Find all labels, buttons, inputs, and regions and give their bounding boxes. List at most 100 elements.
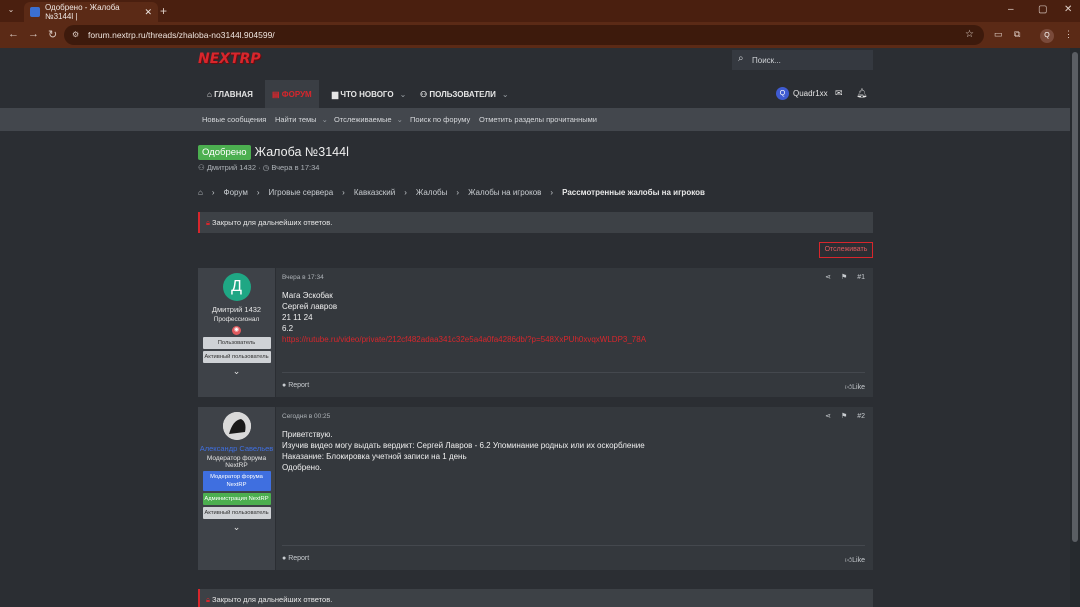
post-author[interactable]: Дмитрий 1432: [198, 305, 275, 314]
breadcrumb-item[interactable]: Кавказский: [354, 188, 395, 197]
extensions-puzzle-icon[interactable]: ⧉: [1014, 29, 1020, 40]
subnav-mark-read[interactable]: Отметить разделы прочитанными: [479, 115, 597, 124]
post-line: Наказание: Блокировка учетной записи на …: [282, 452, 467, 461]
nav-forum-label: ФОРУМ: [281, 90, 312, 99]
close-window-button[interactable]: ✕: [1064, 4, 1072, 15]
user-icon: ⚇: [198, 163, 207, 172]
nav-forum[interactable]: ▤ ФОРУМ: [265, 80, 319, 108]
tab-close-icon[interactable]: ✕: [144, 7, 152, 18]
post-line: 6.2: [282, 324, 294, 333]
chevron-down-icon: ⌄: [501, 90, 509, 99]
users-icon: ⚇: [420, 90, 430, 99]
report-button[interactable]: ● Report: [282, 555, 309, 562]
scrollbar-thumb[interactable]: [1072, 52, 1078, 542]
tab-title: Одобрено - Жалоба №3144l |: [45, 3, 120, 21]
post-author[interactable]: Александр Савельев: [198, 444, 275, 453]
nav-home-label: ГЛАВНАЯ: [214, 90, 253, 99]
post-line: Приветствую.: [282, 430, 333, 439]
lock-icon: 🔒︎: [206, 595, 210, 604]
nav-home[interactable]: ⌂ ГЛАВНАЯ: [207, 80, 253, 108]
share-icon[interactable]: ⋖: [825, 274, 831, 281]
post-line: Мага Эскобак: [282, 291, 333, 300]
post-number[interactable]: #2: [857, 413, 865, 420]
search-placeholder: Поиск...: [752, 56, 781, 65]
search-input[interactable]: ⌕ Поиск...: [732, 50, 873, 70]
subnav-watched[interactable]: Отслеживаемые ⌄: [334, 115, 403, 124]
home-icon[interactable]: ⌂: [198, 188, 203, 197]
post-actions: ⋖ ⚑ #2: [817, 412, 865, 420]
browser-tab[interactable]: Одобрено - Жалоба №3144l | ✕: [24, 2, 158, 22]
nav-whats-new[interactable]: ▆ ЧТО НОВОГО ⌄: [332, 80, 406, 108]
back-icon[interactable]: ←: [8, 28, 19, 40]
browser-toolbar: ← → ↻ ⚙ forum.nextrp.ru/threads/zhaloba-…: [0, 22, 1080, 48]
subnav-watched-label: Отслеживаемые: [334, 115, 392, 124]
browser-tab-strip: ⌄ Одобрено - Жалоба №3144l | ✕ + – ▢ ✕: [0, 0, 1080, 22]
nav-whats-new-label: ЧТО НОВОГО: [340, 90, 394, 99]
user-banner: Активный пользователь: [202, 351, 271, 363]
page-scrollbar[interactable]: [1070, 48, 1080, 607]
bookmark-icon[interactable]: ⚑: [841, 413, 847, 420]
post-user-pane: Д Дмитрий 1432 Профессионал ◉ Пользовате…: [198, 268, 276, 397]
extension-icon[interactable]: ▭: [994, 29, 1003, 40]
nav-users[interactable]: ⚇ ПОЛЬЗОВАТЕЛИ ⌄: [420, 80, 509, 108]
forward-icon[interactable]: →: [28, 28, 39, 40]
post-number[interactable]: #1: [857, 274, 865, 281]
tab-search-button[interactable]: ⌄: [5, 5, 17, 17]
avatar[interactable]: [222, 412, 251, 440]
bookmark-star-icon[interactable]: ☆: [965, 29, 974, 40]
chevron-down-icon: ⌄: [396, 115, 403, 124]
post-user-pane: Александр Савельев Модератор форума Next…: [198, 407, 276, 570]
site-settings-icon[interactable]: ⚙: [72, 30, 79, 39]
like-button[interactable]: 👍︎Like: [845, 555, 865, 564]
chrome-menu-icon[interactable]: ⋮: [1064, 29, 1073, 40]
maximize-button[interactable]: ▢: [1038, 4, 1047, 15]
site-logo[interactable]: NEXTRP: [198, 51, 261, 67]
post-date[interactable]: Вчера в 17:34: [282, 274, 324, 281]
subnav-new-posts[interactable]: Новые сообщения: [202, 115, 266, 124]
forum-page: NEXTRP ⌕ Поиск... ⌂ ГЛАВНАЯ ▤ ФОРУМ ▆ ЧТ…: [0, 48, 1070, 607]
user-title: Модератор форума NextRP: [206, 455, 267, 469]
thread-author[interactable]: Дмитрий 1432: [207, 163, 256, 172]
thread-date[interactable]: Вчера в 17:34: [271, 163, 319, 172]
user-banner: Пользователь: [202, 337, 271, 349]
user-banner: Активный пользователь: [202, 507, 271, 519]
account-menu[interactable]: Q Quadr1xx: [776, 87, 828, 100]
chevron-down-icon[interactable]: ⌄: [198, 366, 275, 377]
favicon-icon: [30, 7, 40, 17]
breadcrumb-item[interactable]: Жалобы на игроков: [468, 188, 541, 197]
username: Quadr1xx: [793, 89, 828, 98]
post-content: Приветствую. Изучив видео могу выдать ве…: [282, 429, 645, 473]
post-footer: ● Report 👍︎Like: [282, 372, 865, 397]
like-button[interactable]: 👍︎Like: [845, 382, 865, 391]
post-actions: ⋖ ⚑ #1: [817, 273, 865, 281]
post-line: Изучив видео могу выдать вердикт: Сергей…: [282, 441, 645, 450]
chevron-down-icon[interactable]: ⌄: [198, 522, 275, 533]
forum-icon: ▤: [272, 90, 282, 99]
post-body: Вчера в 17:34 ⋖ ⚑ #1 Мага Эскобак Сергей…: [282, 268, 865, 397]
report-label: Report: [288, 382, 310, 389]
user-banner: Модератор форума NextRP: [202, 471, 271, 491]
new-tab-button[interactable]: +: [160, 4, 167, 18]
video-link[interactable]: https://rutube.ru/video/private/212cf482…: [282, 334, 646, 345]
chevron-right-icon: ›: [342, 188, 345, 197]
search-icon: ⌕: [738, 53, 744, 64]
follow-button[interactable]: Отслеживать: [819, 242, 873, 258]
report-button[interactable]: ● Report: [282, 382, 309, 389]
avatar[interactable]: Д: [222, 273, 251, 301]
mail-icon[interactable]: ✉: [835, 88, 843, 99]
bookmark-icon[interactable]: ⚑: [841, 274, 847, 281]
breadcrumb-item[interactable]: Форум: [224, 188, 248, 197]
breadcrumb-item[interactable]: Жалобы: [416, 188, 447, 197]
avatar: Q: [776, 87, 789, 100]
subnav-find-threads[interactable]: Найти темы ⌄: [275, 115, 328, 124]
profile-avatar[interactable]: Q: [1040, 29, 1054, 43]
reload-icon[interactable]: ↻: [48, 28, 57, 41]
share-icon[interactable]: ⋖: [825, 413, 831, 420]
breadcrumb-item[interactable]: Игровые сервера: [269, 188, 334, 197]
address-bar[interactable]: ⚙ forum.nextrp.ru/threads/zhaloba-no3144…: [64, 25, 984, 45]
bell-icon[interactable]: 🔔︎: [856, 88, 867, 99]
post-date[interactable]: Сегодня в 00:25: [282, 413, 330, 420]
minimize-button[interactable]: –: [1008, 4, 1014, 15]
subnav-search-forum[interactable]: Поиск по форуму: [410, 115, 470, 124]
breadcrumb-item[interactable]: Рассмотренные жалобы на игроков: [562, 188, 705, 197]
